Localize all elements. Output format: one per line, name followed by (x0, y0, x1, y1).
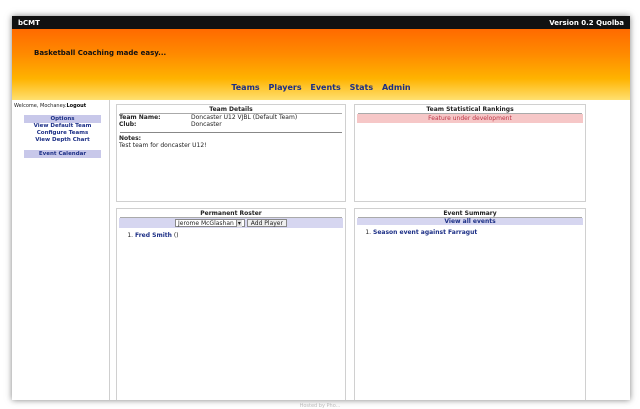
event-summary-panel: Event Summary View all events Season eve… (354, 208, 586, 400)
configure-teams-link[interactable]: Configure Teams (24, 130, 101, 137)
event-link[interactable]: Season event against Farragut (373, 229, 477, 236)
header-banner: Basketball Coaching made easy... Teams P… (12, 29, 630, 100)
main-area: Welcome, Mochaney.Logout Options View De… (12, 100, 630, 400)
divider (120, 132, 342, 133)
content-area: Team Details Team Name: Doncaster U12 VJ… (110, 100, 630, 400)
team-details-title: Team Details (120, 105, 342, 114)
under-development-notice: Feature under development (357, 114, 583, 123)
main-nav: Teams Players Events Stats Admin (12, 83, 630, 92)
logout-link[interactable]: Logout (67, 103, 87, 109)
roster-list: Fred Smith () (135, 232, 345, 240)
team-name-row: Team Name: Doncaster U12 VJBL (Default T… (117, 114, 345, 121)
roster-add-bar: Jerome McGlashan ▾ Add Player (119, 218, 343, 228)
list-item: Season event against Farragut (373, 229, 585, 237)
nav-players[interactable]: Players (268, 83, 301, 92)
footer: Hosted by Pho... (299, 403, 341, 409)
list-item: Fred Smith () (135, 232, 345, 240)
event-list: Season event against Farragut (373, 229, 585, 237)
welcome-prefix: Welcome, Mochaney. (14, 103, 67, 109)
club-row: Club: Doncaster (117, 121, 345, 128)
rankings-panel: Team Statistical Rankings Feature under … (354, 104, 586, 202)
player-select-value: Jerome McGlashan (178, 220, 234, 227)
chevron-down-icon: ▾ (235, 220, 242, 227)
welcome-text: Welcome, Mochaney.Logout (14, 103, 107, 109)
team-details-panel: Team Details Team Name: Doncaster U12 VJ… (116, 104, 346, 202)
club-value: Doncaster (191, 121, 222, 128)
team-name-value: Doncaster U12 VJBL (Default Team) (191, 114, 298, 121)
calendar-menu: Event Calendar (24, 150, 101, 158)
view-depth-chart-link[interactable]: View Depth Chart (24, 137, 101, 144)
add-player-button[interactable]: Add Player (246, 219, 287, 227)
player-link[interactable]: Fred Smith (135, 232, 172, 239)
event-calendar-link[interactable]: Event Calendar (24, 150, 101, 158)
nav-teams[interactable]: Teams (231, 83, 259, 92)
view-default-team-link[interactable]: View Default Team (24, 123, 101, 130)
player-suffix: () (171, 232, 179, 239)
roster-panel: Permanent Roster Jerome McGlashan ▾ Add P… (116, 208, 346, 400)
app-window: bCMT Version 0.2 Quolba Basketball Coach… (12, 16, 630, 400)
nav-events[interactable]: Events (310, 83, 340, 92)
options-heading: Options (24, 115, 101, 123)
roster-title: Permanent Roster (120, 209, 342, 218)
view-all-bar: View all events (357, 218, 583, 225)
app-version: Version 0.2 Quolba (549, 18, 624, 27)
notes-label: Notes: (119, 135, 142, 142)
tagline: Basketball Coaching made easy... (34, 49, 167, 57)
nav-stats[interactable]: Stats (350, 83, 374, 92)
options-menu: Options View Default Team Configure Team… (24, 115, 101, 144)
nav-admin[interactable]: Admin (382, 83, 411, 92)
view-all-events-link[interactable]: View all events (444, 218, 495, 225)
player-select[interactable]: Jerome McGlashan ▾ (175, 219, 245, 227)
event-summary-title: Event Summary (358, 209, 582, 218)
sidebar: Welcome, Mochaney.Logout Options View De… (12, 100, 110, 400)
notes-value: Test team for doncaster U12! (119, 142, 207, 149)
team-name-label: Team Name: (119, 114, 161, 121)
app-title: bCMT (18, 18, 40, 27)
club-label: Club: (119, 121, 137, 128)
rankings-title: Team Statistical Rankings (358, 105, 582, 114)
titlebar: bCMT Version 0.2 Quolba (12, 16, 630, 29)
